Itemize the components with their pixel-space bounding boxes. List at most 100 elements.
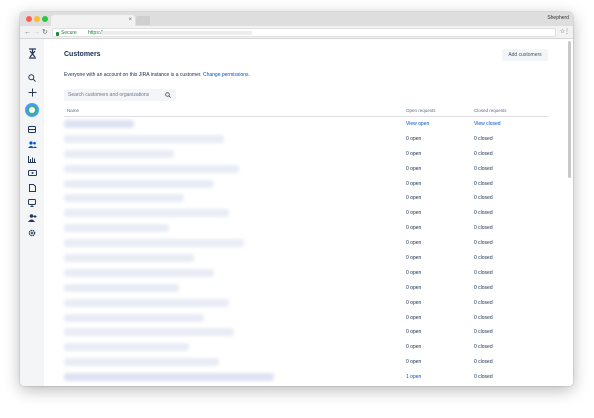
minimize-window-button[interactable] (34, 16, 40, 22)
column-header-closed-requests[interactable]: Closed requests (474, 108, 507, 113)
customer-name-redacted[interactable] (64, 343, 189, 352)
knowledge-base-icon[interactable] (26, 182, 38, 194)
table-row[interactable]: 0 open 0 closed (44, 355, 573, 370)
table-row[interactable]: 0 open 0 closed (44, 340, 573, 355)
profile-name[interactable]: Shepherd (547, 15, 569, 21)
open-requests-cell: 0 open (406, 329, 422, 336)
open-requests-cell: 0 open (406, 284, 422, 291)
closed-requests-cell[interactable]: View closed (474, 117, 501, 132)
column-header-open-requests[interactable]: Open requests (406, 108, 436, 113)
feedback-icon[interactable] (26, 197, 38, 209)
customer-name-redacted[interactable] (64, 134, 224, 143)
table-row[interactable]: 0 open 0 closed (44, 191, 573, 206)
channels-icon[interactable] (26, 167, 38, 179)
open-requests-cell: 0 open (406, 299, 422, 306)
table-row[interactable]: 1 open 0 closed (44, 370, 573, 385)
close-icon[interactable]: × (128, 15, 132, 26)
customer-name-redacted[interactable] (64, 328, 234, 337)
table-row[interactable]: 0 open 0 closed (44, 281, 573, 296)
customer-name-redacted[interactable] (64, 209, 229, 218)
queues-icon[interactable] (26, 123, 38, 135)
open-requests-cell[interactable]: 1 open (406, 370, 421, 385)
browser-menu-icon[interactable]: ⋮ (564, 28, 570, 36)
open-requests-cell: 0 open (406, 195, 422, 202)
open-requests-cell: 0 open (406, 344, 422, 351)
new-tab-button[interactable] (136, 16, 150, 25)
closed-requests-cell: 0 closed (474, 284, 493, 291)
column-header-name[interactable]: Name (67, 108, 79, 113)
search-icon[interactable] (26, 72, 38, 84)
open-requests-cell: 0 open (406, 165, 422, 172)
open-requests-cell[interactable]: View open (406, 117, 429, 132)
customer-name-redacted[interactable] (64, 358, 219, 367)
open-requests-cell: 0 open (406, 314, 422, 321)
reload-icon[interactable]: ↻ (42, 28, 48, 37)
closed-requests-cell: 0 closed (474, 195, 493, 202)
customer-name-redacted[interactable] (64, 149, 174, 158)
info-message: Everyone with an account on this JIRA in… (64, 72, 202, 78)
closed-requests-cell: 0 closed (474, 374, 493, 381)
table-row[interactable]: 0 open 0 closed (44, 206, 573, 221)
customer-name-redacted[interactable] (64, 120, 134, 128)
table-row[interactable]: 0 open 0 closed (44, 266, 573, 281)
customer-name-redacted[interactable] (64, 313, 204, 322)
table-row[interactable]: 0 open 0 closed (44, 147, 573, 162)
customer-name-redacted[interactable] (64, 298, 229, 307)
table-row[interactable]: 0 open 0 closed (44, 236, 573, 251)
table-row[interactable]: 0 open 0 closed (44, 177, 573, 192)
open-requests-cell: 0 open (406, 269, 422, 276)
address-bar[interactable]: Secure https:// (52, 28, 556, 37)
table-row[interactable]: View open View closed (44, 117, 573, 132)
app-container: Customers Add customers Everyone with an… (20, 39, 573, 386)
closed-requests-cell: 0 closed (474, 299, 493, 306)
maximize-window-button[interactable] (42, 16, 48, 22)
closed-requests-cell: 0 closed (474, 255, 493, 262)
browser-tab[interactable]: × (51, 15, 135, 26)
back-arrow-icon[interactable]: ← (24, 28, 31, 37)
avatar[interactable] (25, 103, 39, 117)
customer-name-redacted[interactable] (64, 194, 184, 203)
closed-requests-cell: 0 closed (474, 314, 493, 321)
closed-requests-cell: 0 closed (474, 240, 493, 247)
browser-window: × Shepherd ← → ↻ Secure https:// ☆ ⋮ Cus… (20, 12, 573, 386)
table-row[interactable]: 0 open 0 closed (44, 162, 573, 177)
open-requests-cell: 0 open (406, 225, 422, 232)
jira-logo-icon[interactable] (26, 47, 38, 59)
open-requests-cell: 0 open (406, 180, 422, 187)
forward-arrow-icon[interactable]: → (33, 28, 40, 37)
table-row[interactable]: 0 open 0 closed (44, 296, 573, 311)
search-input[interactable]: Search customers and organizations (64, 89, 176, 101)
closed-requests-cell: 0 closed (474, 329, 493, 336)
search-placeholder: Search customers and organizations (68, 92, 150, 98)
closed-requests-cell: 0 closed (474, 210, 493, 217)
table-row[interactable]: 0 open 0 closed (44, 325, 573, 340)
table-row[interactable]: 0 open 0 closed (44, 251, 573, 266)
table-row[interactable]: 0 open 0 closed (44, 221, 573, 236)
main-content: Customers Add customers Everyone with an… (44, 39, 573, 386)
add-customers-button[interactable]: Add customers (502, 49, 548, 61)
customer-name-redacted[interactable] (64, 164, 239, 173)
plus-icon[interactable] (26, 86, 38, 98)
customer-name-redacted[interactable] (64, 224, 169, 233)
customer-name-redacted[interactable] (64, 283, 179, 292)
customer-name-redacted[interactable] (64, 179, 214, 188)
change-permissions-link[interactable]: Change permissions. (203, 72, 250, 78)
customer-name-redacted[interactable] (64, 268, 214, 277)
reports-icon[interactable] (26, 153, 38, 165)
sidebar (20, 39, 44, 386)
open-requests-cell: 0 open (406, 255, 422, 262)
table-row[interactable]: 0 open 0 closed (44, 132, 573, 147)
info-text: Everyone with an account on this JIRA in… (64, 72, 250, 78)
url-redacted (102, 31, 252, 35)
table-row[interactable]: 0 open 0 closed (44, 311, 573, 326)
closed-requests-cell: 0 closed (474, 135, 493, 142)
search-icon[interactable] (165, 92, 171, 98)
customer-name-redacted[interactable] (64, 373, 274, 382)
customers-icon[interactable] (26, 138, 38, 150)
customer-name-redacted[interactable] (64, 239, 244, 248)
settings-icon[interactable] (26, 227, 38, 239)
customers-table: View open View closed 0 open 0 closed 0 open… (44, 117, 573, 385)
close-window-button[interactable] (26, 16, 32, 22)
customer-name-redacted[interactable] (64, 254, 194, 263)
invite-team-icon[interactable] (26, 212, 38, 224)
